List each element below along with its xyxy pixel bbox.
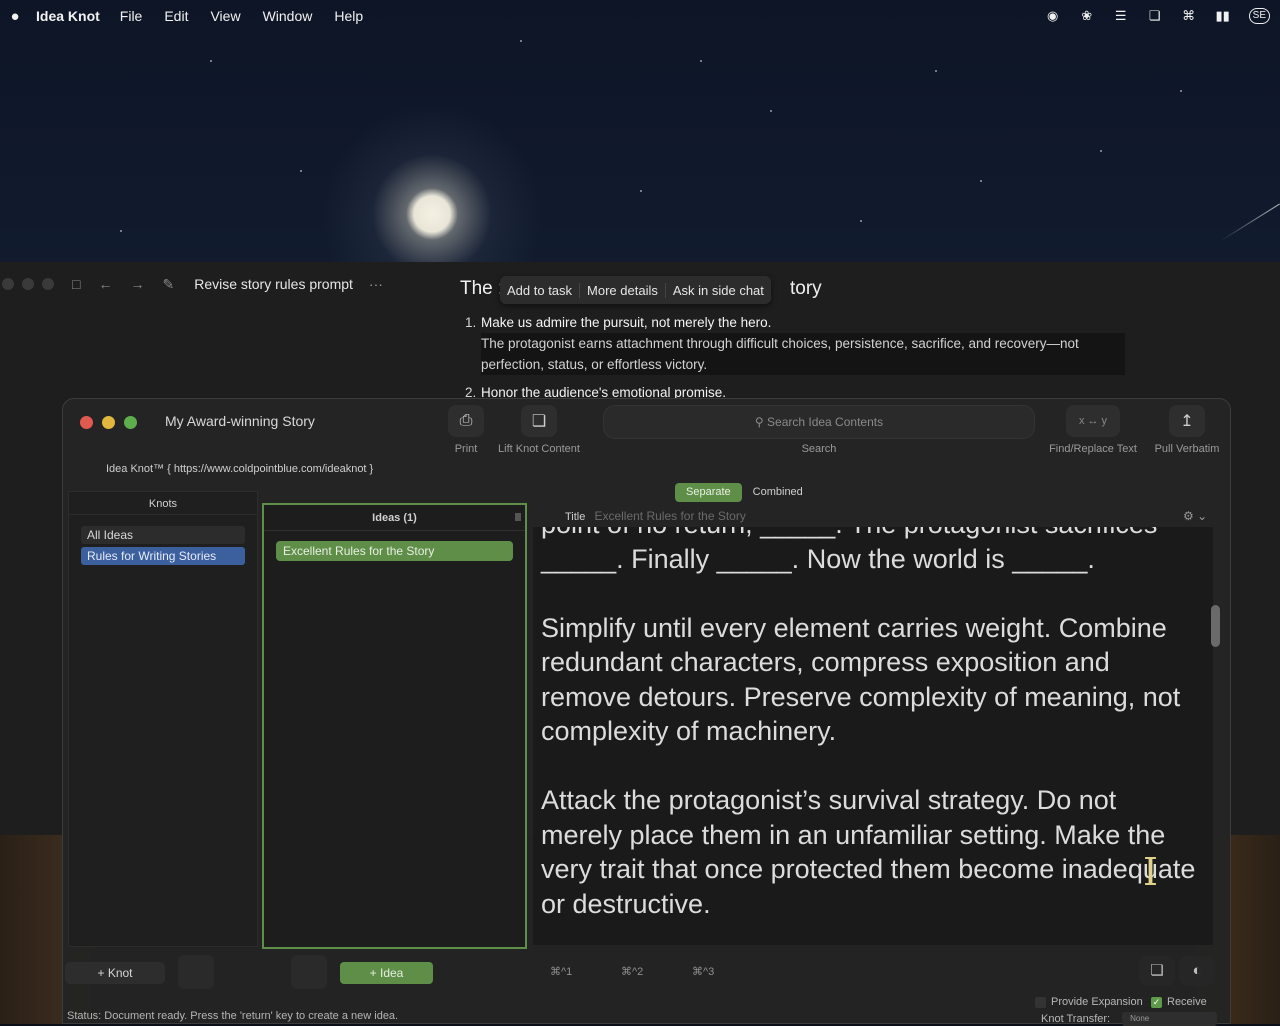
find-replace-icon[interactable]: x ↔ y [1066, 405, 1120, 437]
chat-title[interactable]: Revise story rules prompt [194, 276, 353, 292]
add-idea-button[interactable]: + Idea [340, 962, 433, 984]
more-details-button[interactable]: More details [579, 282, 665, 298]
provide-expansion-checkbox[interactable] [1035, 996, 1046, 1008]
wifi-icon[interactable]: ⌘ [1181, 8, 1197, 24]
printer-icon[interactable]: ⎙ [448, 405, 484, 437]
list-item: 1. Make us admire the pursuit, not merel… [465, 315, 772, 330]
theme-toggle-icon[interactable]: ◐ [1179, 956, 1215, 986]
close-button[interactable] [80, 416, 93, 429]
plugin-icon[interactable]: ☰ [1113, 8, 1129, 24]
record-icon[interactable]: ◉ [1045, 8, 1061, 24]
menu-file[interactable]: File [120, 8, 143, 24]
window-zoom-dot[interactable] [42, 278, 54, 290]
chat-heading: The : tory [460, 278, 822, 300]
openai-icon[interactable]: ❀ [1079, 8, 1095, 24]
status-area: ◉ ❀ ☰ ❏ ⌘ ▮▮ SE [1045, 0, 1270, 32]
add-to-task-button[interactable]: Add to task [500, 283, 579, 298]
minimize-button[interactable] [102, 416, 115, 429]
knots-header: Knots [69, 493, 257, 515]
add-knot-button[interactable]: + Knot [65, 962, 165, 984]
title-label: Title [565, 511, 586, 523]
editor-text[interactable]: point of no return, _____. The protagoni… [541, 527, 1201, 945]
forward-arrow-icon[interactable]: → [130, 276, 144, 292]
window-minimize-dot[interactable] [22, 278, 34, 290]
pull-label: Pull Verbatim [1154, 443, 1220, 455]
idea-title-row: Title Excellent Rules for the Story [565, 509, 746, 523]
battery-icon[interactable]: ▮▮ [1215, 8, 1231, 24]
heading-start: The : [460, 278, 504, 299]
receive-option[interactable]: ✓ Receive [1151, 996, 1207, 1008]
ask-side-chat-button[interactable]: Ask in side chat [664, 282, 771, 298]
editor-paragraph[interactable]: point of no return, _____. The protagoni… [541, 527, 1201, 576]
idea-knot-window: My Award-winning Story ⎙ Print ❏ Lift Kn… [62, 398, 1231, 1026]
search-placeholder: Search Idea Contents [767, 415, 884, 429]
back-arrow-icon[interactable]: ← [98, 276, 112, 292]
more-options-icon[interactable]: ··· [369, 276, 383, 292]
knot-all-ideas[interactable]: All Ideas [81, 526, 245, 544]
zoom-button[interactable] [124, 416, 137, 429]
window-title: My Award-winning Story [165, 413, 315, 429]
combined-toggle[interactable]: Combined [742, 483, 814, 502]
list-item-detail: The protagonist earns attachment through… [481, 333, 1125, 375]
shooting-star [1220, 203, 1280, 242]
hotkey-2[interactable]: ⌘^2 [621, 965, 643, 978]
ideas-header: Ideas (1) [264, 505, 525, 531]
receive-checkbox[interactable]: ✓ [1151, 996, 1162, 1008]
chat-message: 1. Make us admire the pursuit, not merel… [465, 312, 1125, 403]
find-replace-label: Find/Replace Text [1049, 443, 1137, 455]
pull-verbatim-tool[interactable]: ↥ Pull Verbatim [1151, 405, 1223, 455]
apple-icon[interactable]: ● [4, 8, 26, 25]
provide-expansion-label: Provide Expansion [1051, 996, 1143, 1008]
idea-item[interactable]: Excellent Rules for the Story [276, 541, 513, 561]
view-mode-toggle: Separate Combined [675, 483, 814, 502]
knot-rules-writing[interactable]: Rules for Writing Stories [81, 547, 245, 565]
heading-end: tory [790, 278, 822, 299]
knot-transfer-label: Knot Transfer: [1041, 1013, 1111, 1025]
lift-knot-tool[interactable]: ❏ Lift Knot Content [493, 405, 585, 455]
screens-icon[interactable]: ❏ [1147, 8, 1163, 24]
copy-icon[interactable]: ❏ [521, 405, 557, 437]
input-source-badge[interactable]: SE [1248, 8, 1270, 24]
hotkey-3[interactable]: ⌘^3 [692, 965, 714, 978]
knot-options-button[interactable] [178, 955, 214, 989]
chat-toolbar: □ ← → ✎ Revise story rules prompt ··· [0, 262, 440, 306]
receive-label: Receive [1167, 996, 1207, 1008]
editor-paragraph[interactable]: Attack the protagonist’s survival strate… [541, 783, 1201, 921]
hotkey-1[interactable]: ⌘^1 [550, 965, 572, 978]
separate-toggle[interactable]: Separate [675, 483, 742, 502]
menu-window[interactable]: Window [263, 8, 313, 24]
idea-options-button[interactable] [291, 955, 327, 989]
duplicate-icon[interactable]: ❏ [1139, 956, 1175, 986]
lift-label: Lift Knot Content [498, 443, 580, 455]
provide-expansion-option[interactable]: Provide Expansion [1035, 996, 1143, 1008]
menu-edit[interactable]: Edit [164, 8, 188, 24]
search-icon: ⚲ [754, 415, 768, 429]
ideas-pane: Ideas (1) Excellent Rules for the Story [262, 503, 527, 949]
new-chat-icon[interactable]: ✎ [162, 276, 174, 293]
title-bar: My Award-winning Story ⎙ Print ❏ Lift Kn… [63, 399, 1230, 489]
idea-editor[interactable]: point of no return, _____. The protagoni… [533, 527, 1213, 945]
menu-view[interactable]: View [210, 8, 240, 24]
pull-icon[interactable]: ↥ [1169, 405, 1205, 437]
status-bar: Status: Document ready. Press the 'retur… [67, 1010, 399, 1022]
app-menu[interactable]: Idea Knot [36, 8, 100, 24]
pane-resize-icon[interactable] [515, 513, 521, 521]
print-label: Print [454, 443, 478, 455]
selection-popup: Add to task More details Ask in side cha… [500, 276, 771, 304]
find-replace-tool[interactable]: x ↔ y Find/Replace Text [1043, 405, 1143, 455]
print-tool[interactable]: ⎙ Print [448, 405, 484, 455]
search-label: Search [801, 443, 837, 455]
knots-pane: Knots All Ideas Rules for Writing Storie… [68, 491, 258, 947]
text-cursor-icon: I [1143, 850, 1159, 894]
menu-help[interactable]: Help [334, 8, 363, 24]
app-url[interactable]: Idea Knot™ { https://www.coldpointblue.c… [106, 463, 373, 475]
menu-bar: ● Idea Knot File Edit View Window Help ◉… [0, 0, 1280, 32]
sidebar-toggle-icon[interactable]: □ [72, 276, 80, 292]
editor-scrollbar[interactable] [1211, 605, 1220, 647]
title-field[interactable]: Excellent Rules for the Story [594, 509, 745, 523]
editor-settings-icon[interactable]: ⚙ ⌄ [1183, 509, 1207, 523]
editor-paragraph[interactable]: Simplify until every element carries wei… [541, 611, 1201, 749]
search-input[interactable]: ⚲ Search Idea Contents [603, 405, 1035, 439]
window-close-dot[interactable] [2, 278, 14, 290]
